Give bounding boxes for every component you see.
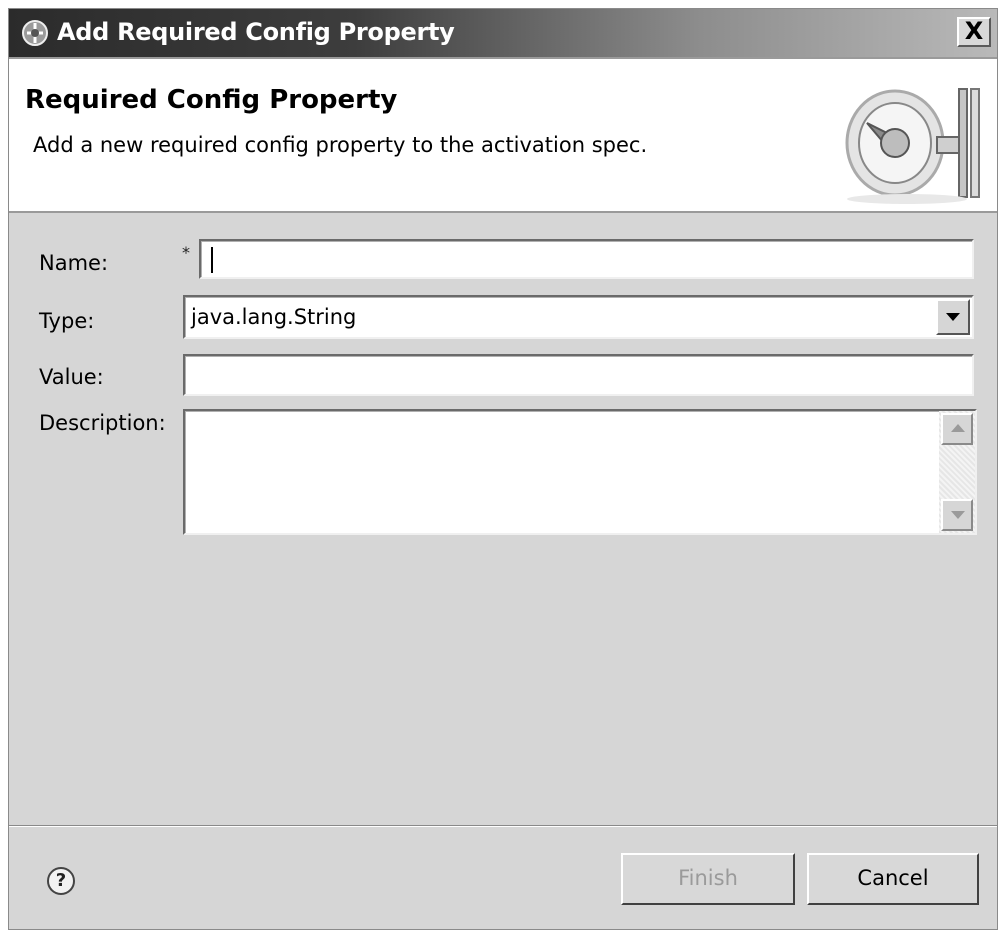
wizard-app-icon	[22, 20, 48, 46]
arrow-down-icon	[951, 511, 965, 519]
name-input[interactable]	[199, 239, 974, 279]
chevron-down-icon	[946, 313, 960, 321]
type-selected-value: java.lang.String	[191, 305, 357, 329]
value-input[interactable]	[183, 354, 974, 396]
scroll-down-button[interactable]	[941, 499, 973, 531]
description-textarea[interactable]	[183, 409, 977, 535]
help-icon[interactable]: ?	[47, 867, 75, 895]
add-required-config-property-dialog: Add Required Config Property X Required …	[8, 8, 998, 930]
valve-gauge-icon	[845, 88, 980, 204]
value-label: Value:	[39, 365, 104, 389]
wizard-header: Required Config Property Add a new requi…	[9, 59, 997, 213]
window-title: Add Required Config Property	[57, 18, 455, 46]
description-label: Description:	[39, 411, 166, 435]
type-dropdown-button[interactable]	[936, 299, 970, 335]
finish-button[interactable]: Finish	[621, 853, 795, 905]
arrow-up-icon	[951, 424, 965, 432]
footer-separator	[9, 825, 997, 827]
type-label: Type:	[39, 309, 95, 333]
title-bar: Add Required Config Property X	[9, 9, 997, 59]
page-title: Required Config Property	[25, 85, 398, 115]
name-label: Name:	[39, 251, 109, 275]
page-description: Add a new required config property to th…	[33, 133, 648, 157]
text-caret	[211, 247, 213, 273]
required-marker: *	[182, 243, 190, 262]
cancel-button[interactable]: Cancel	[807, 853, 979, 905]
type-combo[interactable]: java.lang.String	[183, 295, 974, 339]
close-button[interactable]: X	[957, 17, 991, 47]
description-scrollbar[interactable]	[939, 411, 975, 533]
scroll-up-button[interactable]	[941, 413, 973, 445]
